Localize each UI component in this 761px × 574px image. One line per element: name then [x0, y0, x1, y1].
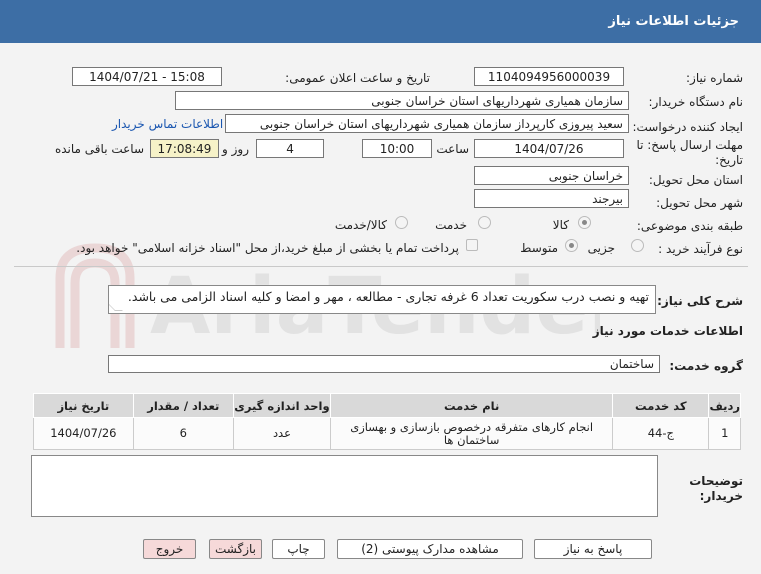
process-label: نوع فرآیند خرید : [658, 242, 743, 256]
col-header-date: تاریخ نیاز [33, 393, 134, 418]
buyer-org-field: سازمان همیاری شهرداریهای استان خراسان جن… [175, 91, 629, 110]
province-label: استان محل تحویل: [648, 173, 743, 187]
col-header-unit: واحد اندازه گیری [232, 393, 332, 418]
days-label: روز و [222, 142, 249, 156]
category-option-goods-service: کالا/خدمت [334, 218, 387, 232]
province-field: خراسان جنوبی [474, 166, 629, 185]
col-header-row: ردیف [708, 393, 741, 418]
back-button[interactable]: بازگشت [209, 539, 262, 559]
services-section-title: اطلاعات خدمات مورد نیاز [592, 324, 743, 338]
category-option-goods: کالا [552, 218, 569, 232]
section-divider [14, 266, 748, 267]
deadline-date-field: 1404/07/26 [474, 139, 624, 158]
cell-date: 1404/07/26 [33, 417, 134, 450]
buyer-notes-label: توضیحات خریدار: [689, 474, 743, 503]
city-label: شهر محل تحویل: [656, 196, 743, 210]
category-label: طبقه بندی موضوعی: [636, 219, 743, 233]
category-radio-goods[interactable] [578, 216, 591, 229]
process-radio-minor[interactable] [631, 239, 644, 252]
treasury-payment-checkbox[interactable] [466, 239, 478, 251]
summary-text: تهیه و نصب درب سکوریت تعداد 6 غرفه تجاری… [127, 289, 649, 304]
buyer-org-label: نام دستگاه خریدار: [648, 95, 744, 109]
page-title: جزئیات اطلاعات نیاز [608, 14, 739, 29]
col-header-qty: تعداد / مقدار [132, 393, 234, 418]
window-title: جزئیات اطلاعات نیاز [0, 0, 761, 43]
need-number-field: 1104094956000039 [474, 67, 624, 86]
announce-label: تاریخ و ساعت اعلان عمومی: [285, 71, 430, 85]
process-radio-medium[interactable] [565, 239, 578, 252]
deadline-label: مهلت ارسال پاسخ: تا تاریخ: [636, 138, 743, 167]
cell-row: 1 [708, 417, 741, 450]
service-group-field: ساختمان [108, 355, 660, 373]
summary-textarea: تهیه و نصب درب سکوریت تعداد 6 غرفه تجاری… [108, 285, 656, 314]
service-group-label: گروه خدمت: [669, 359, 743, 373]
cell-name: انجام کارهای متفرقه درخصوص بازسازی و بهس… [330, 417, 614, 450]
view-attachments-button[interactable]: مشاهده مدارک پیوستی (2) [337, 539, 523, 559]
buyer-notes-textarea [31, 455, 658, 517]
reply-button[interactable]: پاسخ به نیاز [534, 539, 652, 559]
days-remaining-field: 4 [256, 139, 324, 158]
creator-label: ایجاد کننده درخواست: [632, 120, 743, 134]
treasury-payment-note: پرداخت تمام یا بخشی از مبلغ خرید،از محل … [76, 241, 459, 255]
table-row: 1 ج-44 انجام کارهای متفرقه درخصوص بازساز… [33, 417, 741, 450]
col-header-code: کد خدمت [612, 393, 710, 418]
resize-grip-icon [109, 303, 123, 311]
services-table-header: ردیف کد خدمت نام خدمت واحد اندازه گیری ت… [33, 393, 741, 418]
cell-qty: 6 [132, 417, 234, 450]
print-button[interactable]: چاپ [272, 539, 325, 559]
exit-button[interactable]: خروج [143, 539, 196, 559]
process-option-minor: جزیی [587, 241, 615, 255]
deadline-time-label: ساعت [436, 142, 469, 156]
category-radio-goods-service[interactable] [395, 216, 408, 229]
process-option-medium: متوسط [520, 241, 558, 255]
creator-field: سعید پیروزی کارپرداز سازمان همیاری شهردا… [225, 114, 629, 133]
col-header-name: نام خدمت [330, 393, 614, 418]
cell-unit: عدد [232, 417, 332, 450]
announce-field: 1404/07/21 - 15:08 [72, 67, 222, 86]
deadline-time-field: 10:00 [362, 139, 432, 158]
city-field: بیرجند [474, 189, 629, 208]
services-table: ردیف کد خدمت نام خدمت واحد اندازه گیری ت… [33, 393, 741, 450]
remaining-label: ساعت باقی مانده [54, 142, 144, 156]
remaining-time-field: 17:08:49 [150, 139, 219, 158]
cell-code: ج-44 [612, 417, 710, 450]
summary-label: شرح کلی نیاز: [657, 294, 743, 308]
buyer-contact-link[interactable]: اطلاعات تماس خریدار [112, 117, 223, 131]
category-radio-service[interactable] [478, 216, 491, 229]
need-number-label: شماره نیاز: [686, 71, 743, 85]
category-option-service: خدمت [435, 218, 467, 232]
